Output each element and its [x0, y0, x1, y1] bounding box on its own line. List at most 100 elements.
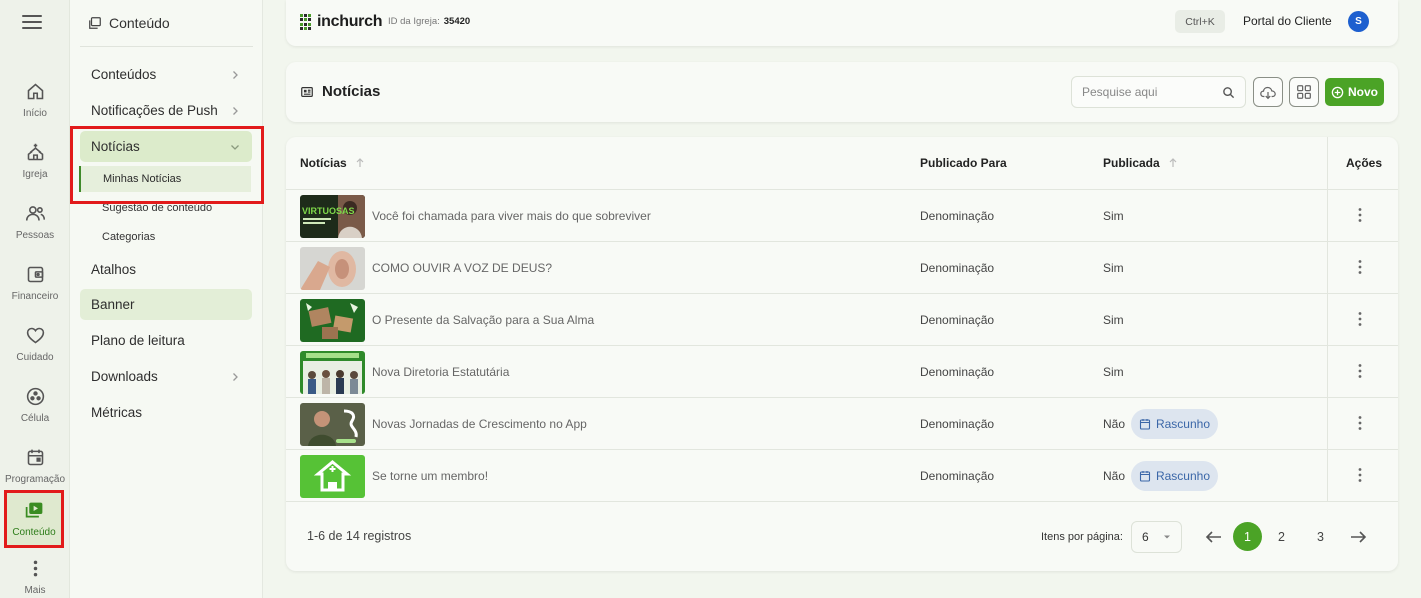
rail-item-programacao[interactable]: Programação — [0, 437, 70, 495]
sidebar-item-downloads[interactable]: Downloads — [80, 361, 252, 392]
published-to: Denominação — [920, 209, 995, 223]
per-page-select[interactable]: 6 — [1131, 521, 1182, 553]
sort-arrow-up-icon — [356, 158, 364, 167]
column-header-publicada[interactable]: Publicada — [1103, 156, 1178, 170]
news-thumbnail — [300, 247, 365, 290]
news-title: Novas Jornadas de Crescimento no App — [372, 417, 587, 431]
logo-text: inchurch — [317, 13, 383, 30]
rail-item-igreja[interactable]: Igreja — [0, 132, 70, 190]
column-header-noticias[interactable]: Notícias — [300, 156, 365, 170]
hamburger-menu-icon[interactable] — [22, 12, 42, 30]
home-icon — [27, 83, 43, 100]
people-icon — [25, 206, 45, 221]
portal-cliente-link[interactable]: Portal do Cliente — [1243, 14, 1332, 28]
rail-item-inicio[interactable]: Início — [0, 71, 70, 129]
news-title: Você foi chamada para viver mais do que … — [372, 209, 651, 223]
search-input[interactable]: Pesquise aqui — [1071, 76, 1246, 108]
table-row[interactable]: Novas Jornadas de Crescimento no App Den… — [286, 398, 1398, 450]
per-page-value: 6 — [1142, 530, 1149, 544]
sidebar-item-atalhos[interactable]: Atalhos — [80, 254, 252, 285]
sidebar-item-notificacoes-push[interactable]: Notificações de Push — [80, 95, 252, 126]
draft-badge-label: Rascunho — [1155, 417, 1211, 431]
rail-item-label: Início — [23, 108, 47, 119]
row-divider — [286, 501, 1398, 502]
sidebar-item-label: Banner — [91, 297, 135, 312]
news-icon — [301, 86, 313, 97]
church-id: ID da Igreja: 35420 — [388, 16, 470, 27]
published-to: Denominação — [920, 313, 995, 327]
published-flag: Sim — [1103, 261, 1124, 275]
sidebar-item-label: Atalhos — [91, 262, 137, 277]
table-row[interactable]: VIRTUOSAS Você foi chamada para viver ma… — [286, 190, 1398, 242]
sidebar-item-banner[interactable]: Banner — [80, 289, 252, 320]
published-to: Denominação — [920, 365, 995, 379]
rail-item-cuidado[interactable]: Cuidado — [0, 315, 70, 373]
chevron-right-icon — [233, 372, 238, 381]
page-button-2[interactable]: 2 — [1267, 522, 1296, 551]
logo-mark-icon — [300, 14, 313, 30]
sidebar-item-metricas[interactable]: Métricas — [80, 397, 252, 428]
rail-item-pessoas[interactable]: Pessoas — [0, 193, 70, 251]
sidebar-subitem-label: Minhas Notícias — [103, 173, 182, 185]
search-icon — [1223, 86, 1235, 98]
new-news-button[interactable]: Novo — [1325, 78, 1384, 106]
rail-item-label: Mais — [24, 585, 46, 596]
sidebar-item-noticias[interactable]: Notícias — [80, 131, 252, 162]
next-page-arrow-icon[interactable] — [1348, 527, 1368, 547]
records-count: 1-6 de 14 registros — [307, 529, 412, 543]
row-actions-icon[interactable] — [1357, 467, 1363, 483]
grid-view-button[interactable] — [1289, 77, 1319, 107]
news-thumbnail — [300, 351, 365, 394]
rail-item-celula[interactable]: Célula — [0, 376, 70, 434]
row-actions-icon[interactable] — [1357, 259, 1363, 275]
row-actions-icon[interactable] — [1357, 363, 1363, 379]
left-rail: Início Igreja Pessoas Financeiro Cuidado… — [0, 0, 70, 598]
rail-item-financeiro[interactable]: Financeiro — [0, 254, 70, 312]
published-to: Denominação — [920, 261, 995, 275]
row-actions-icon[interactable] — [1357, 207, 1363, 223]
sidebar-item-label: Conteúdos — [91, 67, 157, 82]
table-row[interactable]: O Presente da Salvação para a Sua Alma D… — [286, 294, 1398, 346]
column-header-label: Notícias — [300, 156, 347, 170]
command-shortcut-button[interactable]: Ctrl+K — [1175, 10, 1225, 33]
sidebar-item-label: Plano de leitura — [91, 333, 185, 348]
published-flag: Não — [1103, 417, 1126, 431]
rail-item-mais[interactable]: Mais — [0, 556, 70, 598]
sidebar-title: Conteúdo — [109, 15, 170, 31]
sidebar-subitem-categorias[interactable]: Categorias — [102, 231, 155, 243]
sidebar-subitem-sugestao[interactable]: Sugestão de conteúdo — [102, 202, 212, 214]
cloud-download-button[interactable] — [1253, 77, 1283, 107]
news-title: COMO OUVIR A VOZ DE DEUS? — [372, 261, 553, 275]
sort-arrow-up-icon — [1169, 158, 1177, 167]
rail-item-label: Cuidado — [16, 352, 54, 363]
rail-item-label: Conteúdo — [12, 527, 56, 538]
page-title-text: Notícias — [322, 83, 381, 100]
draft-badge: Rascunho — [1131, 461, 1218, 491]
page-title: Notícias — [300, 83, 380, 100]
news-thumbnail — [300, 403, 365, 446]
cloud-download-icon — [1260, 86, 1276, 100]
rail-item-conteudo[interactable]: Conteúdo — [4, 490, 64, 548]
news-title: O Presente da Salvação para a Sua Alma — [372, 313, 595, 327]
sidebar-item-plano-leitura[interactable]: Plano de leitura — [80, 325, 252, 356]
page-button-1[interactable]: 1 — [1233, 522, 1262, 551]
row-actions-icon[interactable] — [1357, 311, 1363, 327]
table-row[interactable]: Nova Diretoria Estatutária Denominação S… — [286, 346, 1398, 398]
published-flag: Sim — [1103, 313, 1124, 327]
page-header-card: Notícias Pesquise aqui Novo — [286, 62, 1398, 122]
prev-page-arrow-icon[interactable] — [1204, 527, 1224, 547]
table-row[interactable]: COMO OUVIR A VOZ DE DEUS? Denominação Si… — [286, 242, 1398, 294]
table-row[interactable]: Se torne um membro! Denominação Não Rasc… — [286, 450, 1398, 502]
church-id-label: ID da Igreja: — [388, 16, 440, 27]
column-header-label: Ações — [1346, 156, 1383, 170]
page-button-3[interactable]: 3 — [1306, 522, 1335, 551]
row-actions-icon[interactable] — [1357, 415, 1363, 431]
sidebar-item-conteudos[interactable]: Conteúdos — [80, 59, 252, 90]
user-avatar[interactable]: S — [1348, 11, 1369, 32]
published-to: Denominação — [920, 417, 995, 431]
sidebar-subitem-minhas-noticias[interactable]: Minhas Notícias — [79, 166, 251, 192]
column-header-publicado-para: Publicado Para — [920, 156, 1007, 170]
sidebar-item-label: Notícias — [91, 139, 140, 154]
inchurch-logo[interactable]: inchurch — [300, 13, 382, 31]
published-flag: Sim — [1103, 365, 1124, 379]
